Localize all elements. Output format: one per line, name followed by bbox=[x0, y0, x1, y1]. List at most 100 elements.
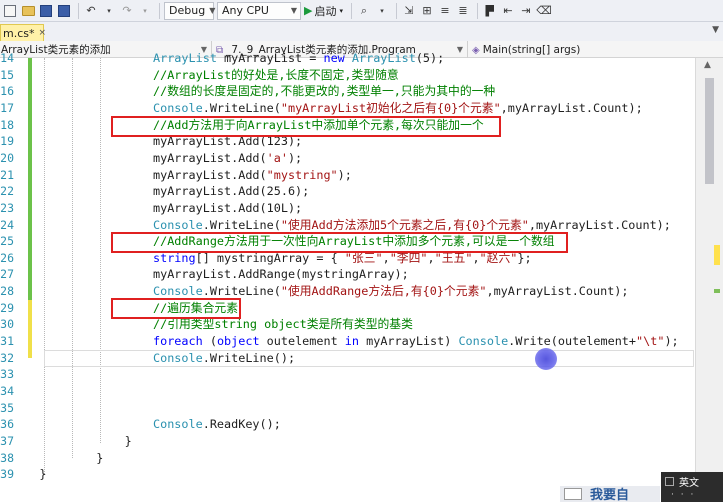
code-token: object bbox=[216, 334, 260, 349]
redo-dropdown-icon[interactable]: ▾ bbox=[137, 2, 153, 20]
highlight-box-add bbox=[111, 116, 501, 137]
line-number: 31 bbox=[0, 334, 14, 349]
step-icon[interactable]: ⇲ bbox=[401, 2, 417, 20]
chevron-down-icon: ▾ bbox=[339, 6, 343, 15]
find-icon[interactable]: ⌕ bbox=[356, 2, 372, 20]
code-line[interactable]: Console.WriteLine("使用Add方法添加5个元素之后,有{0}个… bbox=[153, 217, 671, 234]
code-token: in bbox=[344, 334, 360, 349]
uncomment-icon[interactable]: ≣ bbox=[455, 2, 471, 20]
undo-dropdown-icon[interactable]: ▾ bbox=[101, 2, 117, 20]
method-icon: ◈ bbox=[472, 44, 480, 56]
code-line[interactable]: myArrayList.Add(25.6); bbox=[153, 183, 309, 200]
save-icon[interactable] bbox=[38, 2, 54, 20]
indent-guide bbox=[72, 58, 73, 458]
code-line[interactable]: myArrayList.Add("mystring"); bbox=[153, 167, 352, 184]
start-label: 启动 bbox=[314, 4, 337, 18]
solution-platform-select[interactable]: Any CPU ▼ bbox=[217, 1, 301, 20]
document-tab[interactable]: m.cs* × bbox=[0, 24, 47, 41]
line-number: 34 bbox=[0, 384, 14, 398]
code-line[interactable]: } bbox=[39, 466, 46, 483]
undo-icon[interactable]: ↶ bbox=[83, 2, 99, 20]
code-token: ,myArrayList.Count); bbox=[486, 284, 629, 299]
code-line[interactable]: Console.WriteLine("myArrayList初始化之后有{0}个… bbox=[153, 100, 643, 117]
saved-change-bar bbox=[28, 58, 32, 300]
code-token: myArrayList.Add( bbox=[153, 167, 267, 182]
code-token: "mystring" bbox=[266, 167, 338, 182]
chevron-down-icon[interactable]: ▼ bbox=[712, 25, 719, 35]
code-line[interactable]: //数组的长度是固定的,不能更改的,类型单一,只能为其中的一种 bbox=[153, 83, 495, 100]
line-number: 26 bbox=[0, 250, 14, 265]
toolbar-divider bbox=[476, 2, 478, 19]
code-token: ( bbox=[202, 334, 217, 349]
code-editor[interactable]: 14 ArrayList myArrayList = new ArrayList(… bbox=[0, 51, 723, 502]
scroll-up-icon[interactable]: ▲ bbox=[704, 60, 711, 70]
redo-icon[interactable]: ↷ bbox=[119, 2, 135, 20]
toolbar-options-icon[interactable]: ▾ bbox=[374, 2, 390, 20]
vertical-scrollbar[interactable]: ▲ bbox=[695, 58, 723, 502]
comment-icon[interactable]: ≡ bbox=[437, 2, 453, 20]
line-number: 17 bbox=[0, 100, 14, 115]
member-dropdown[interactable]: ◈ Main(string[] args) bbox=[468, 41, 723, 58]
code-line[interactable]: //ArrayList的好处是,长度不固定,类型随意 bbox=[153, 67, 399, 84]
solution-configuration-select[interactable]: Debug ▼ bbox=[164, 1, 215, 20]
code-token: myArrayList.Add(10L); bbox=[153, 200, 303, 215]
code-token: .ReadKey(); bbox=[202, 417, 281, 432]
scrollbar-thumb[interactable] bbox=[705, 78, 714, 184]
clear-bookmarks-icon[interactable]: ⌫ bbox=[536, 2, 552, 20]
code-line[interactable]: myArrayList.Add('a'); bbox=[153, 150, 302, 167]
line-number: 27 bbox=[0, 267, 14, 282]
line-number: 37 bbox=[0, 433, 14, 448]
code-token: Console bbox=[153, 284, 203, 299]
close-icon[interactable]: × bbox=[39, 28, 47, 38]
line-number: 14 bbox=[0, 51, 14, 65]
code-token: Console bbox=[153, 417, 203, 432]
indent-guide bbox=[100, 58, 101, 443]
code-token: } bbox=[124, 433, 132, 448]
start-debugging-button[interactable]: ▶ 启动 ▾ bbox=[304, 3, 343, 19]
watermark-chip: 我要自 bbox=[560, 486, 660, 502]
line-number: 15 bbox=[0, 67, 14, 82]
prev-bookmark-icon[interactable]: ⇤ bbox=[500, 2, 516, 20]
code-line[interactable]: } bbox=[96, 450, 103, 467]
folder-icon[interactable] bbox=[20, 2, 36, 20]
project-name: ArrayList类元素的添加 bbox=[1, 44, 111, 56]
save-all-icon[interactable] bbox=[56, 2, 72, 20]
line-number: 21 bbox=[0, 167, 14, 182]
line-number: 20 bbox=[0, 150, 14, 165]
format-icon[interactable]: ⊞ bbox=[419, 2, 435, 20]
line-number: 38 bbox=[0, 450, 14, 465]
mouse-cursor-indicator bbox=[535, 348, 557, 370]
line-number: 33 bbox=[0, 367, 14, 382]
code-token: outelement bbox=[259, 334, 345, 349]
code-line[interactable]: Console.ReadKey(); bbox=[153, 416, 281, 433]
code-token: .WriteLine( bbox=[202, 284, 281, 299]
code-token: } bbox=[39, 467, 47, 482]
code-line[interactable]: foreach (object outelement in myArrayLis… bbox=[153, 333, 679, 350]
watermark-text: 我要自 bbox=[590, 488, 630, 502]
code-token: .WriteLine(); bbox=[202, 350, 296, 365]
toolbar-divider bbox=[350, 2, 352, 19]
document-tab-strip: m.cs* × ▼ bbox=[0, 22, 723, 41]
new-project-icon[interactable] bbox=[2, 2, 18, 20]
code-line[interactable]: Console.WriteLine(); bbox=[153, 350, 295, 367]
code-line[interactable]: ArrayList myArrayList = new ArrayList(5)… bbox=[153, 50, 444, 67]
tab-label: m.cs* bbox=[3, 26, 35, 40]
watermark-logo-icon bbox=[564, 488, 582, 500]
code-line[interactable]: myArrayList.Add(10L); bbox=[153, 200, 302, 217]
ime-toolbar[interactable]: 英文 · · · bbox=[661, 472, 723, 502]
ime-mode-label: 英文 bbox=[679, 478, 699, 489]
code-token: Console bbox=[153, 217, 203, 232]
code-line[interactable]: myArrayList.AddRange(mystringArray); bbox=[153, 266, 409, 283]
bookmark-icon[interactable] bbox=[482, 2, 498, 20]
next-bookmark-icon[interactable]: ⇥ bbox=[518, 2, 534, 20]
line-number: 22 bbox=[0, 184, 14, 199]
toolbar-divider bbox=[159, 2, 160, 19]
chevron-down-icon: ▼ bbox=[456, 45, 463, 54]
code-line[interactable]: } bbox=[125, 433, 132, 450]
line-number: 23 bbox=[0, 200, 14, 215]
line-number: 36 bbox=[0, 417, 14, 432]
code-token: myArrayList = bbox=[216, 51, 324, 65]
line-number: 39 bbox=[0, 467, 14, 482]
play-icon: ▶ bbox=[304, 4, 313, 17]
code-token: new bbox=[323, 51, 345, 65]
